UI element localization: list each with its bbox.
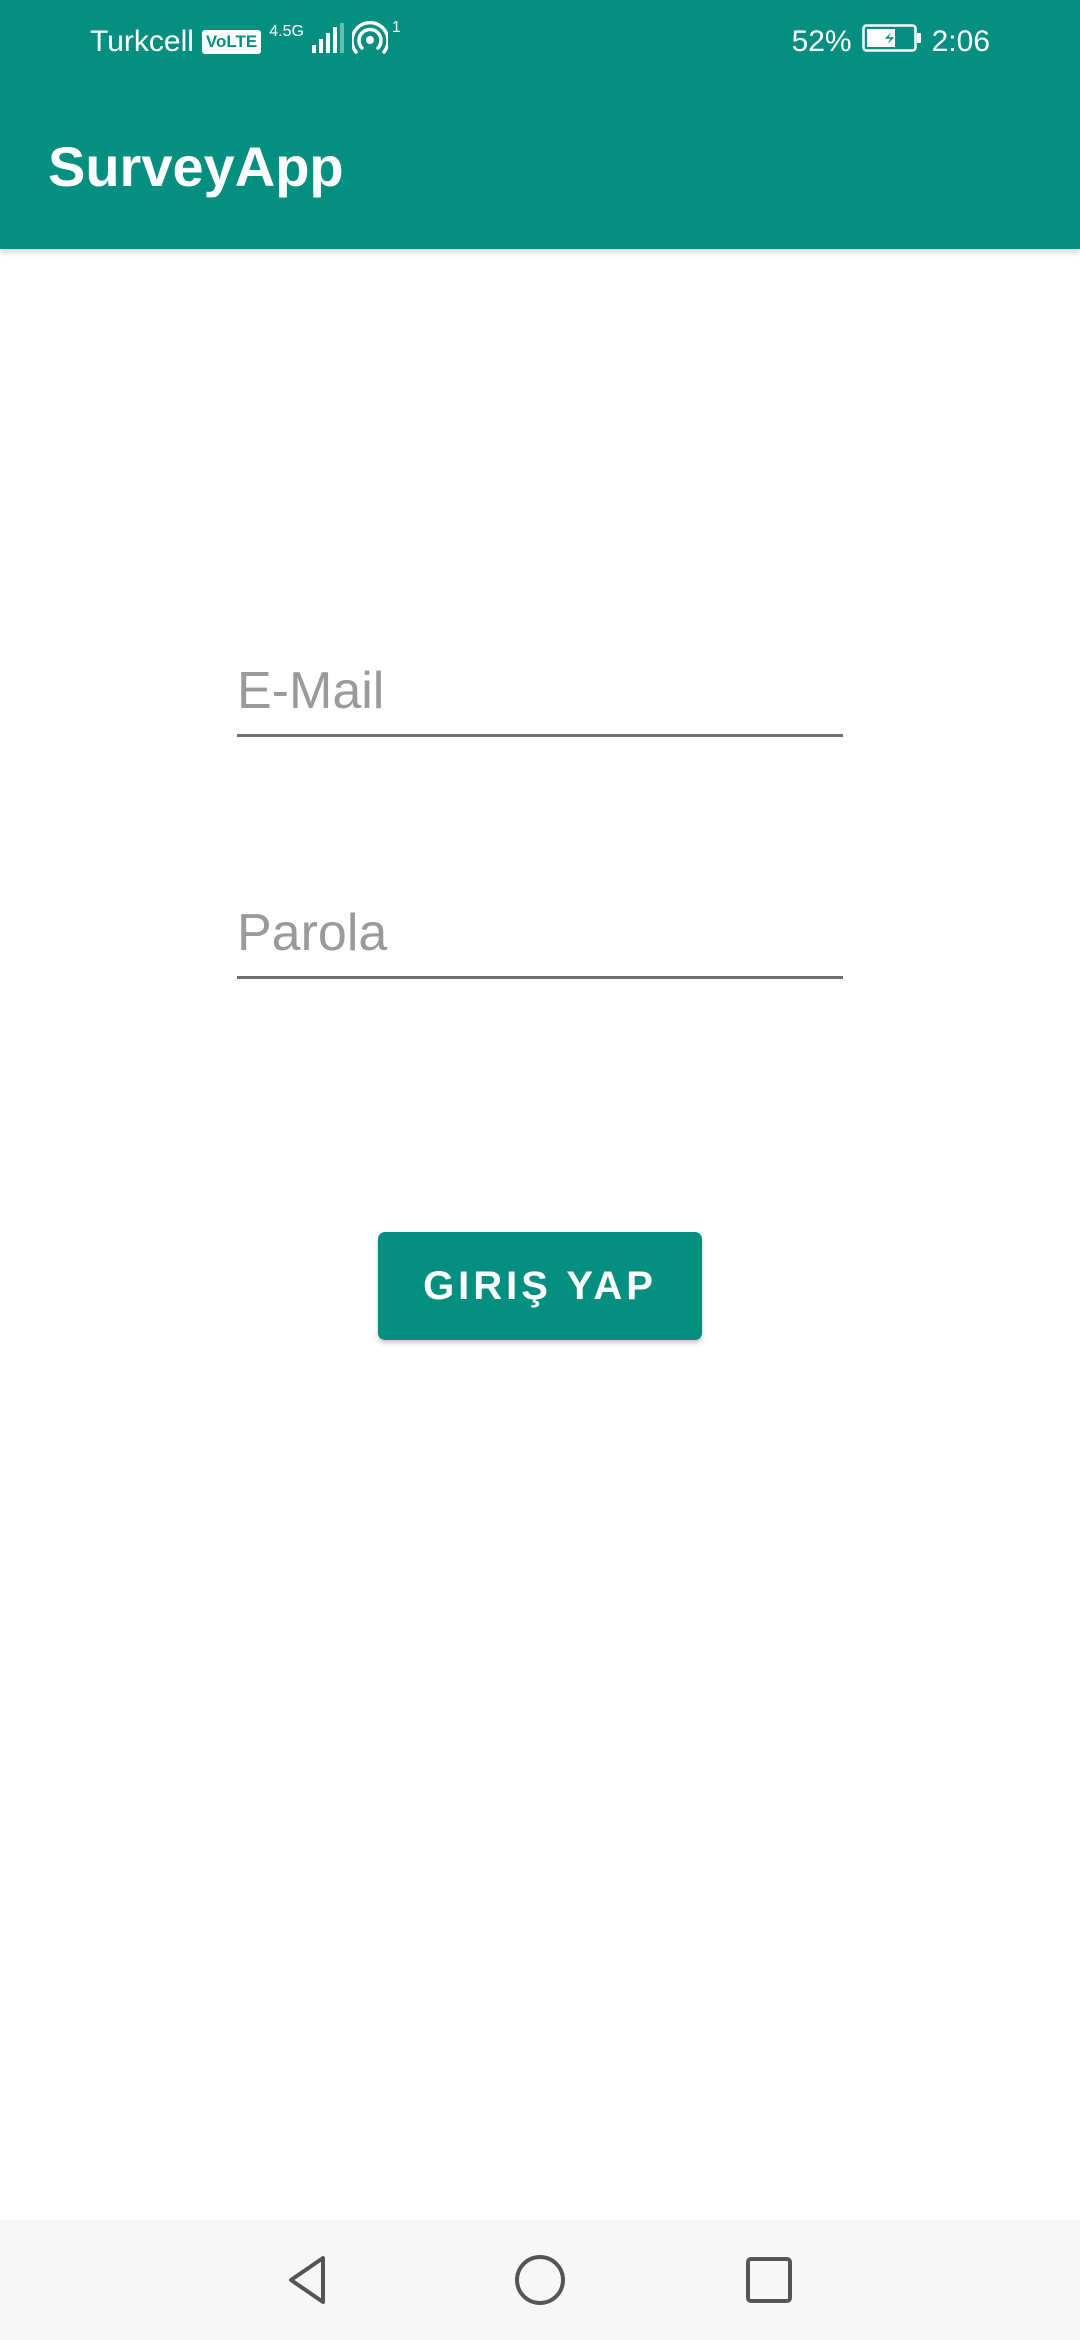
navigation-bar (0, 2220, 1080, 2340)
app-bar: Turkcell VoLTE 4.5G 1 52% 2:06 SurveyApp (0, 0, 1080, 249)
hotspot-count: 1 (391, 19, 401, 36)
status-right: 52% 2:06 (792, 22, 990, 62)
app-title: SurveyApp (48, 135, 344, 198)
back-triangle-icon (289, 2256, 325, 2304)
email-field (237, 658, 843, 737)
home-circle-icon (515, 2255, 565, 2305)
carrier-name: Turkcell (90, 25, 194, 58)
network-type: 4.5G (269, 23, 304, 40)
signal-icon (311, 23, 344, 61)
volte-badge: VoLTE (201, 30, 262, 54)
recents-square-icon (746, 2257, 792, 2303)
password-field (237, 900, 843, 979)
status-bar: Turkcell VoLTE 4.5G 1 52% 2:06 (0, 0, 1080, 80)
back-button[interactable] (269, 2240, 349, 2320)
password-input[interactable] (237, 900, 843, 976)
hotspot-icon (350, 21, 390, 63)
email-input[interactable] (237, 658, 843, 734)
clock: 2:06 (931, 25, 990, 58)
battery-percent: 52% (791, 25, 852, 58)
recents-button[interactable] (729, 2240, 809, 2320)
login-button[interactable]: GIRIŞ YAP (378, 1232, 702, 1340)
status-left: Turkcell VoLTE 4.5G 1 (90, 19, 405, 63)
battery-charging-icon (861, 23, 922, 61)
home-button[interactable] (500, 2240, 580, 2320)
